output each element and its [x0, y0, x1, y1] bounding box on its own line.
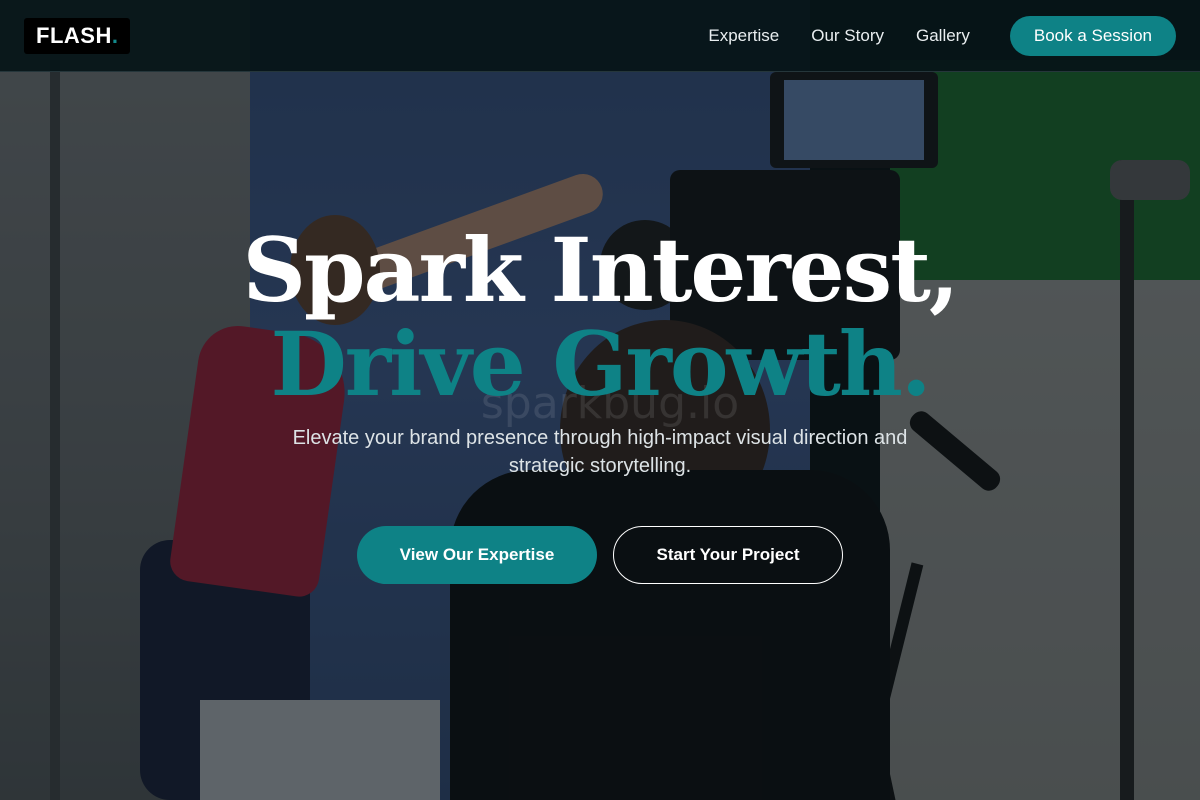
logo-dot: .: [111, 22, 119, 48]
logo-text: FLASH: [36, 22, 112, 48]
nav-link-our-story[interactable]: Our Story: [811, 26, 884, 46]
book-session-button[interactable]: Book a Session: [1009, 15, 1176, 56]
start-project-button[interactable]: Start Your Project: [613, 526, 843, 584]
top-navigation: FLASH. Expertise Our Story Gallery Book …: [0, 0, 1200, 72]
brand-logo[interactable]: FLASH.: [24, 17, 131, 54]
hero-headline-line2: Drive Growth.: [270, 312, 931, 416]
hero-subtitle: Elevate your brand presence through high…: [292, 427, 908, 477]
nav-links: Expertise Our Story Gallery Book a Sessi…: [708, 15, 1176, 56]
nav-link-expertise[interactable]: Expertise: [708, 26, 779, 46]
nav-link-gallery[interactable]: Gallery: [916, 26, 970, 46]
hero-buttons: View Our Expertise Start Your Project: [0, 526, 1200, 584]
view-expertise-button[interactable]: View Our Expertise: [357, 526, 597, 584]
hero-section: Spark Interest, Drive Growth. Elevate yo…: [0, 220, 1200, 584]
hero-headline-line1: Spark Interest,: [242, 218, 959, 322]
